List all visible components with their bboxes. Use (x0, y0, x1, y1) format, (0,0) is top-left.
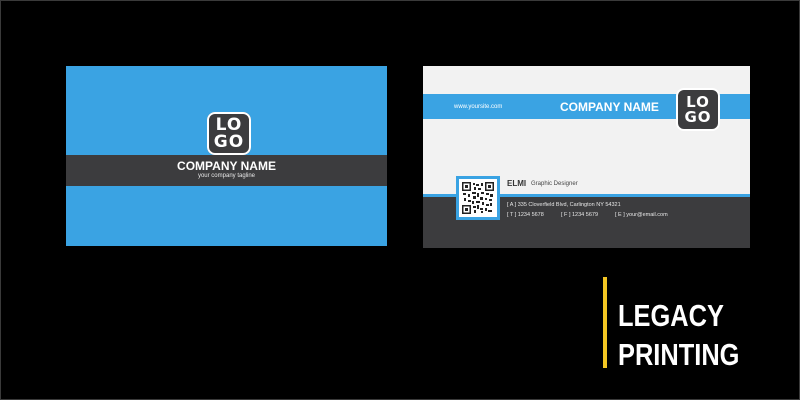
brand-name-line2: PRINTING (618, 337, 740, 372)
qr-code-frame (456, 176, 500, 220)
person-name: ELMI (507, 179, 527, 188)
person-role: Graphic Designer (531, 181, 578, 187)
contact-fax: [ F ] 1234 5679 (561, 212, 598, 218)
contact-phone: [ T ] 1234 5678 (507, 212, 544, 218)
back-company-name: COMPANY NAME (560, 100, 659, 114)
contact-email: [ E ] your@email.com (615, 212, 668, 218)
brand-name-line1: LEGACY (618, 298, 724, 333)
front-company-name: COMPANY NAME (177, 159, 276, 173)
brand-accent-bar (603, 277, 607, 368)
logo-text-line2: GO (213, 131, 245, 152)
contact-address: [ A ] 335 Cloverfield Blvd, Carlington N… (507, 202, 621, 208)
front-logo-badge: LO GO (207, 112, 251, 155)
business-card-front: LO GO COMPANY NAME your company tagline (66, 66, 387, 246)
qr-code-icon (462, 182, 494, 214)
qr-code (459, 179, 497, 217)
back-logo-badge: LO GO (676, 88, 720, 131)
logo-text-line2: GO (684, 107, 712, 126)
back-website: www.yoursite.com (454, 104, 503, 110)
logo-text-line1: LO (215, 114, 243, 135)
front-company-tagline: your company tagline (197, 173, 256, 179)
business-card-back: www.yoursite.com COMPANY NAME LO GO ELMI… (423, 66, 750, 248)
